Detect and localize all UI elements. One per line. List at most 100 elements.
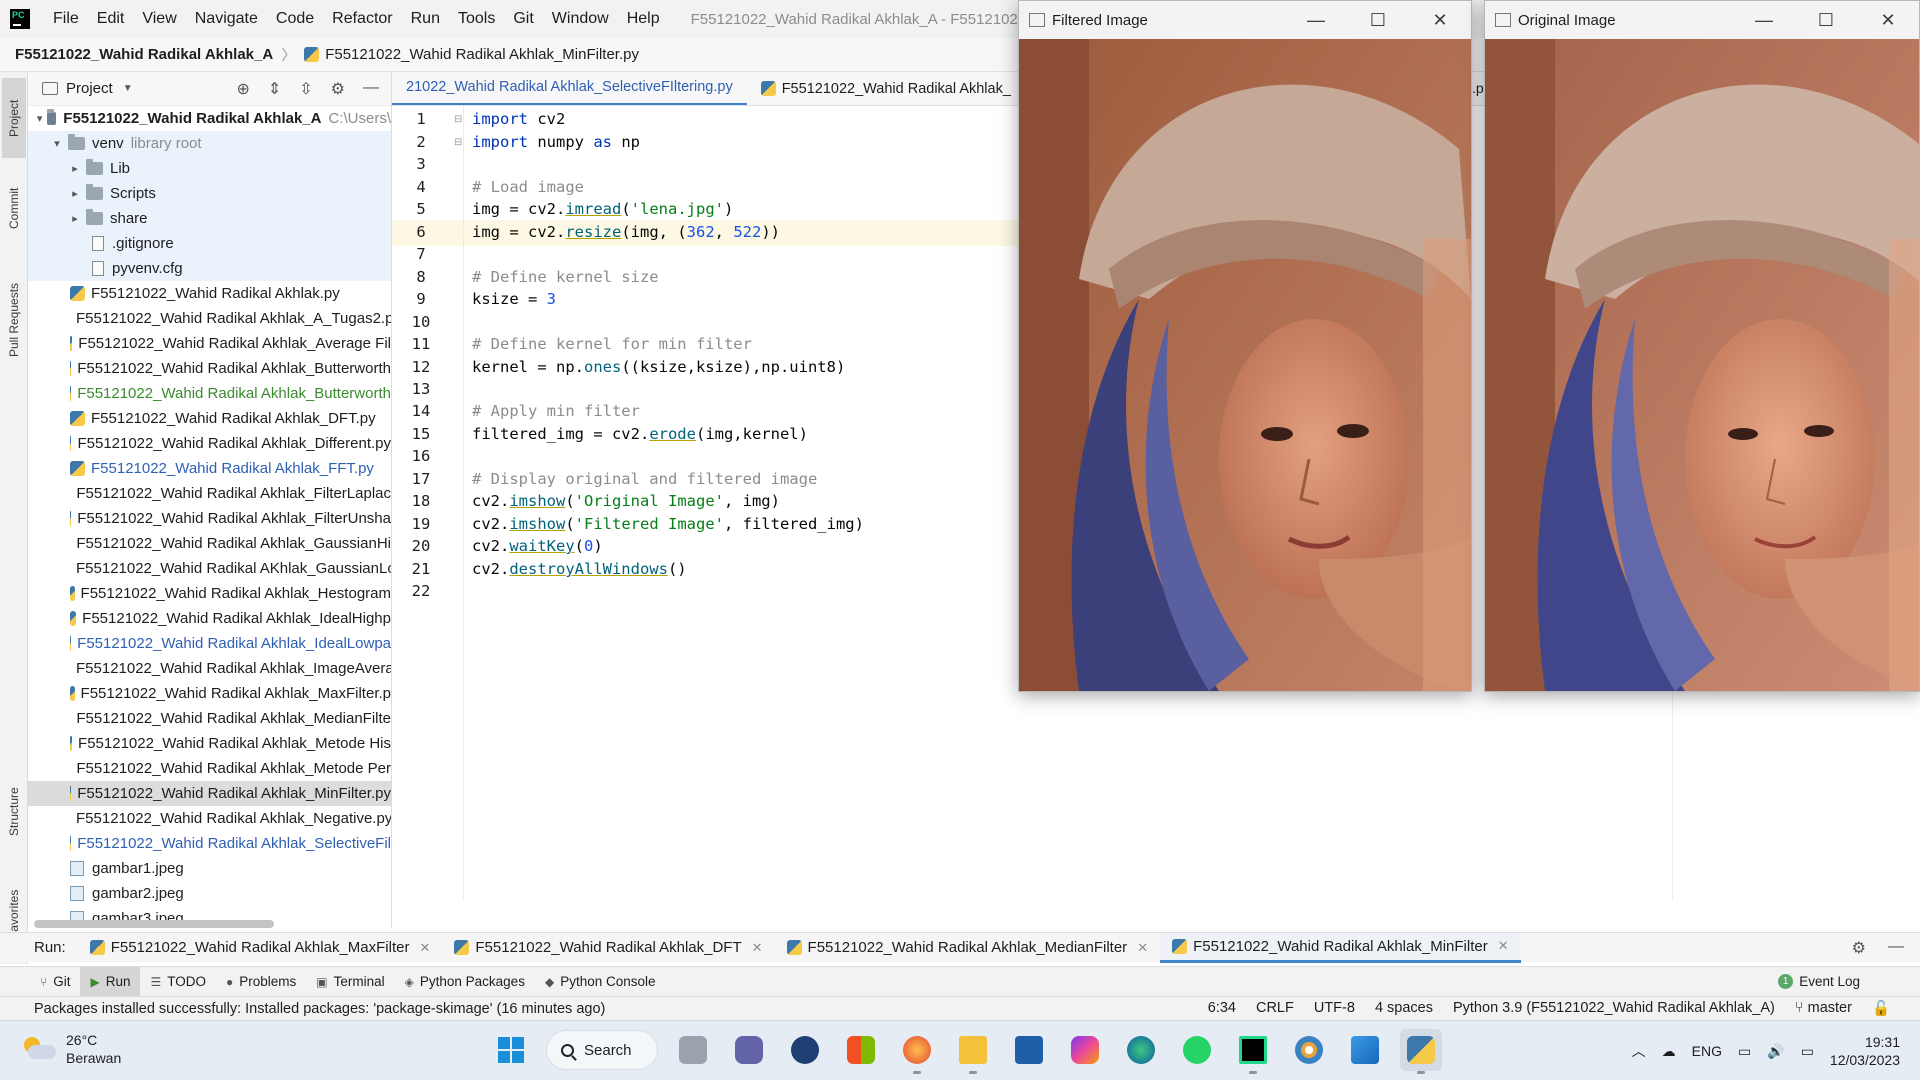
python-interpreter[interactable]: Python 3.9 (F55121022_Wahid Radikal Akhl… xyxy=(1453,1000,1775,1017)
close-icon[interactable]: ✕ xyxy=(419,940,430,956)
hide-panel-icon[interactable]: — xyxy=(1888,938,1904,958)
locate-icon[interactable]: ⊕ xyxy=(236,79,249,99)
menu-refactor[interactable]: Refactor xyxy=(323,10,401,28)
commit-tool-tab[interactable]: Commit xyxy=(2,168,26,248)
instagram-app-button[interactable] xyxy=(1064,1029,1106,1071)
tree-venv-folder[interactable]: ▾ venv library root xyxy=(28,131,391,156)
close-icon[interactable]: ✕ xyxy=(1857,10,1919,31)
tree-image-file[interactable]: gambar1.jpeg xyxy=(28,856,391,881)
chevron-down-icon[interactable]: ▼ xyxy=(123,83,133,94)
tree-python-file[interactable]: F55121022_Wahid Radikal Akhlak_MinFilter… xyxy=(28,781,391,806)
network-icon[interactable]: ▭ xyxy=(1738,1043,1751,1060)
chevron-down-icon[interactable]: ▾ xyxy=(50,137,64,150)
tree-python-file[interactable]: F55121022_Wahid Radikal Akhlak_ImageAver… xyxy=(28,656,391,681)
tree-file-gitignore[interactable]: .gitignore xyxy=(28,231,391,256)
git-branch[interactable]: ⑂ master xyxy=(1795,1000,1852,1017)
gear-icon[interactable]: ⚙ xyxy=(331,79,345,99)
breadcrumb-file[interactable]: F55121022_Wahid Radikal Akhlak_MinFilter… xyxy=(325,46,639,63)
tree-python-file[interactable]: F55121022_Wahid Radikal Akhlak_A_Tugas2.… xyxy=(28,306,391,331)
window-titlebar[interactable]: Filtered Image — ☐ ✕ xyxy=(1019,1,1471,39)
original-image-window[interactable]: Original Image — ☐ ✕ xyxy=(1484,0,1920,692)
tree-python-file[interactable]: F55121022_Wahid Radikal Akhlak_MaxFilter… xyxy=(28,681,391,706)
tree-python-file[interactable]: F55121022_Wahid Radikal Akhlak_Average F… xyxy=(28,331,391,356)
filtered-image-window[interactable]: Filtered Image — ☐ ✕ xyxy=(1018,0,1472,692)
chevron-right-icon[interactable]: ▸ xyxy=(68,212,82,225)
firefox-app-button[interactable] xyxy=(896,1029,938,1074)
hide-panel-icon[interactable]: — xyxy=(363,79,379,99)
menu-view[interactable]: View xyxy=(133,10,185,28)
edge-app-button[interactable] xyxy=(1120,1029,1162,1071)
run-tab-maxfilter[interactable]: F55121022_Wahid Radikal Akhlak_MaxFilter… xyxy=(78,933,443,963)
indent-setting[interactable]: 4 spaces xyxy=(1375,1000,1433,1017)
tree-python-file[interactable]: F55121022_Wahid Radikal Akhlak_MedianFil… xyxy=(28,706,391,731)
battery-icon[interactable]: ▭ xyxy=(1801,1043,1814,1060)
photos-app-button[interactable] xyxy=(1344,1029,1386,1071)
tree-python-file[interactable]: F55121022_Wahid Radikal Akhlak_FilterLap… xyxy=(28,481,391,506)
tree-python-file[interactable]: F55121022_Wahid Radikal Akhlak_Metode Pe… xyxy=(28,756,391,781)
menu-window[interactable]: Window xyxy=(543,10,618,28)
tree-image-file[interactable]: gambar2.jpeg xyxy=(28,881,391,906)
tree-python-file[interactable]: F55121022_Wahid Radikal AKhlak_GaussianL… xyxy=(28,556,391,581)
run-tab-medianfilter[interactable]: F55121022_Wahid Radikal Akhlak_MedianFil… xyxy=(775,933,1161,963)
menu-navigate[interactable]: Navigate xyxy=(186,10,267,28)
run-tab-dft[interactable]: F55121022_Wahid Radikal Akhlak_DFT ✕ xyxy=(442,933,774,963)
language-indicator[interactable]: ENG xyxy=(1692,1043,1722,1059)
tree-python-file[interactable]: F55121022_Wahid Radikal Akhlak_FFT.py xyxy=(28,456,391,481)
paint-app-button[interactable] xyxy=(1288,1029,1330,1071)
teams-chat-button[interactable] xyxy=(728,1029,770,1071)
file-explorer-button[interactable] xyxy=(952,1029,994,1074)
chevron-right-icon[interactable]: ▸ xyxy=(68,187,82,200)
terminal-tool-button[interactable]: ▣ Terminal xyxy=(306,967,394,997)
editor-tab-minfilter[interactable]: F55121022_Wahid Radikal Akhlak_ xyxy=(747,72,1020,105)
word-app-button[interactable] xyxy=(784,1029,826,1071)
file-encoding[interactable]: UTF-8 xyxy=(1314,1000,1355,1017)
tree-python-file[interactable]: F55121022_Wahid Radikal Akhlak_IdealLowp… xyxy=(28,631,391,656)
status-message[interactable]: Packages installed successfully: Install… xyxy=(0,1001,605,1017)
menu-edit[interactable]: Edit xyxy=(88,10,134,28)
tree-root-folder[interactable]: ▾ F55121022_Wahid Radikal Akhlak_A C:\Us… xyxy=(28,106,391,131)
editor-tab-selectivefiltering[interactable]: 21022_Wahid Radikal Akhlak_SelectiveFIlt… xyxy=(392,72,747,105)
menu-help[interactable]: Help xyxy=(618,10,669,28)
project-tool-tab[interactable]: Project xyxy=(2,78,26,158)
collapse-all-icon[interactable]: ⇳ xyxy=(299,79,312,99)
tree-python-file[interactable]: F55121022_Wahid Radikal Akhlak_IdealHigh… xyxy=(28,606,391,631)
maximize-icon[interactable]: ☐ xyxy=(1795,10,1857,31)
tree-python-file[interactable]: F55121022_Wahid Radikal Akhlak_Negative.… xyxy=(28,806,391,831)
close-icon[interactable]: ✕ xyxy=(1498,938,1509,954)
tree-python-file[interactable]: F55121022_Wahid Radikal Akhlak_Butterwor… xyxy=(28,381,391,406)
start-button[interactable] xyxy=(490,1029,532,1071)
lock-icon[interactable]: 🔓 xyxy=(1872,1000,1890,1017)
close-icon[interactable]: ✕ xyxy=(1137,940,1148,956)
menu-tools[interactable]: Tools xyxy=(449,10,504,28)
tree-python-file[interactable]: F55121022_Wahid Radikal Akhlak_Different… xyxy=(28,431,391,456)
whatsapp-app-button[interactable] xyxy=(1176,1029,1218,1071)
problems-tool-button[interactable]: ● Problems xyxy=(216,967,306,997)
python-packages-tool-button[interactable]: ◈ Python Packages xyxy=(395,967,535,997)
run-tab-minfilter[interactable]: F55121022_Wahid Radikal Akhlak_MinFilter… xyxy=(1160,932,1521,963)
chevron-up-icon[interactable]: ︿ xyxy=(1632,1041,1646,1061)
tree-python-file[interactable]: F55121022_Wahid Radikal Akhlak_Hestogram xyxy=(28,581,391,606)
expand-all-icon[interactable]: ⇕ xyxy=(268,79,281,99)
line-separator[interactable]: CRLF xyxy=(1256,1000,1294,1017)
chevron-down-icon[interactable]: ▾ xyxy=(36,112,43,125)
tree-folder-scripts[interactable]: ▸ Scripts xyxy=(28,181,391,206)
tree-python-file[interactable]: F55121022_Wahid Radikal Akhlak_Metode Hi… xyxy=(28,731,391,756)
minimize-icon[interactable]: — xyxy=(1733,10,1795,31)
menu-file[interactable]: File xyxy=(44,10,88,28)
clock[interactable]: 19:31 12/03/2023 xyxy=(1830,1033,1900,1069)
tree-python-file[interactable]: F55121022_Wahid Radikal Akhlak_DFT.py xyxy=(28,406,391,431)
weather-widget[interactable]: 26°C Berawan xyxy=(22,1031,121,1067)
defender-app-button[interactable] xyxy=(1008,1029,1050,1071)
tree-folder-lib[interactable]: ▸ Lib xyxy=(28,156,391,181)
breadcrumb-project[interactable]: F55121022_Wahid Radikal Akhlak_A xyxy=(15,46,273,63)
gear-icon[interactable]: ⚙ xyxy=(1852,938,1866,958)
tree-python-file[interactable]: F55121022_Wahid Radikal Akhlak_Selective… xyxy=(28,831,391,856)
tree-folder-share[interactable]: ▸ share xyxy=(28,206,391,231)
project-panel-title[interactable]: Project xyxy=(66,80,113,97)
menu-code[interactable]: Code xyxy=(267,10,323,28)
close-icon[interactable]: ✕ xyxy=(1409,10,1471,31)
taskbar-search[interactable]: Search xyxy=(546,1030,658,1070)
minimize-icon[interactable]: — xyxy=(1285,10,1347,31)
caret-position[interactable]: 6:34 xyxy=(1208,1000,1236,1017)
menu-git[interactable]: Git xyxy=(504,10,542,28)
